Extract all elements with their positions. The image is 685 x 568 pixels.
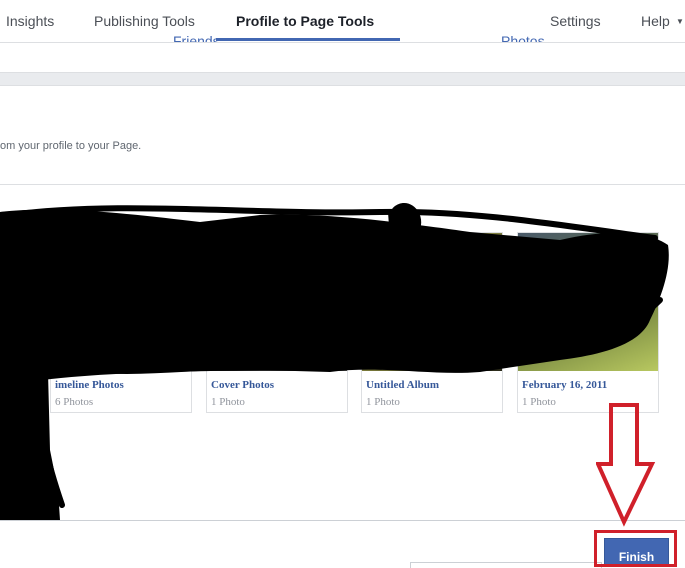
- album-thumbnail[interactable]: [362, 233, 502, 371]
- tab-profile-to-page-tools[interactable]: Profile to Page Tools: [236, 13, 374, 29]
- album-thumbnail[interactable]: [207, 233, 347, 371]
- album-card[interactable]: Cover Photos 1 Photo: [206, 232, 348, 413]
- subtab-friends[interactable]: Friends: [173, 31, 220, 42]
- tab-insights[interactable]: Insights: [6, 13, 54, 29]
- album-card[interactable]: imeline Photos 6 Photos: [50, 232, 192, 413]
- finish-button[interactable]: Finish: [604, 538, 669, 567]
- album-name[interactable]: Cover Photos: [211, 379, 274, 391]
- album-name[interactable]: imeline Photos: [55, 379, 124, 391]
- section-band: [0, 72, 685, 86]
- album-photo-count: 6 Photos: [55, 396, 94, 408]
- tab-settings[interactable]: Settings: [550, 13, 601, 29]
- tab-help[interactable]: Help: [641, 13, 670, 29]
- footer-divider: [0, 520, 685, 521]
- tab-publishing-tools[interactable]: Publishing Tools: [94, 13, 195, 29]
- instruction-text: om your profile to your Page.: [0, 140, 142, 152]
- active-tab-indicator: [216, 38, 400, 41]
- album-photo-count: 1 Photo: [211, 396, 245, 408]
- help-caret-icon[interactable]: ▼: [676, 17, 684, 26]
- album-photo-count: 1 Photo: [522, 396, 556, 408]
- footer-panel: [410, 562, 602, 568]
- top-navigation: Insights Publishing Tools Profile to Pag…: [0, 0, 685, 43]
- section-divider: [0, 184, 685, 185]
- album-photo-count: 1 Photo: [366, 396, 400, 408]
- annotation-arrow-icon: [596, 403, 656, 527]
- album-name[interactable]: Untitled Album: [366, 379, 439, 391]
- subtab-photos[interactable]: Photos: [501, 31, 545, 42]
- album-name[interactable]: February 16, 2011: [522, 379, 607, 391]
- album-card[interactable]: Untitled Album 1 Photo: [361, 232, 503, 413]
- album-thumbnail[interactable]: [51, 233, 191, 371]
- album-card[interactable]: February 16, 2011 1 Photo: [517, 232, 659, 413]
- album-thumbnail[interactable]: [518, 233, 658, 371]
